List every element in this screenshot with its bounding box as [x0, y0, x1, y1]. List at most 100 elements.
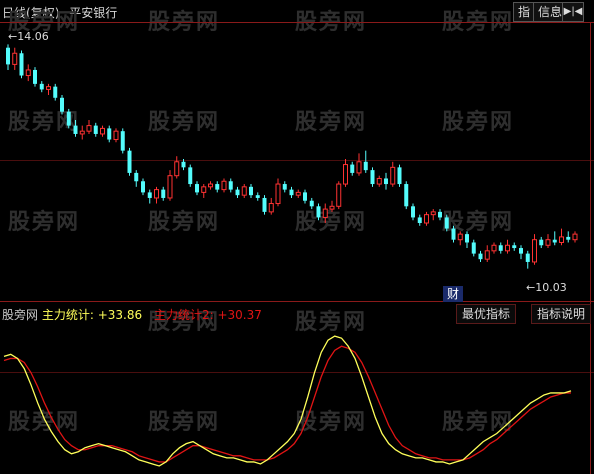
- candle[interactable]: [438, 209, 442, 221]
- candle[interactable]: [127, 147, 132, 176]
- indicator-button[interactable]: 指: [513, 2, 536, 22]
- candle[interactable]: [572, 231, 578, 243]
- candle[interactable]: [25, 64, 31, 82]
- candle[interactable]: [93, 122, 98, 137]
- candle-body: [141, 181, 145, 193]
- candle[interactable]: [329, 200, 335, 212]
- candle[interactable]: [73, 120, 78, 137]
- candle[interactable]: [208, 181, 213, 190]
- candle[interactable]: [161, 186, 166, 201]
- candle[interactable]: [100, 125, 105, 137]
- candle[interactable]: [46, 83, 51, 95]
- candle[interactable]: [424, 211, 429, 226]
- candle[interactable]: [53, 83, 58, 101]
- candle[interactable]: [451, 225, 456, 243]
- candle[interactable]: [33, 67, 37, 87]
- candle[interactable]: [134, 170, 139, 187]
- candle[interactable]: [147, 189, 152, 204]
- candle[interactable]: [417, 214, 422, 226]
- candle[interactable]: [262, 195, 267, 215]
- candle[interactable]: [12, 47, 18, 70]
- candle[interactable]: [376, 175, 382, 187]
- candle[interactable]: [86, 120, 92, 134]
- candle[interactable]: [491, 242, 497, 254]
- candle[interactable]: [120, 128, 125, 154]
- candle[interactable]: [201, 184, 207, 198]
- candle[interactable]: [478, 250, 483, 262]
- candle[interactable]: [316, 203, 321, 221]
- candle[interactable]: [79, 125, 85, 140]
- indicator-chart[interactable]: [0, 322, 590, 474]
- candle[interactable]: [141, 178, 145, 196]
- candle[interactable]: [444, 214, 449, 232]
- candle[interactable]: [174, 156, 180, 179]
- candle[interactable]: [363, 150, 368, 173]
- candle[interactable]: [532, 234, 537, 265]
- candle[interactable]: [295, 189, 301, 198]
- candle[interactable]: [430, 209, 436, 221]
- candle[interactable]: [255, 192, 260, 201]
- candle[interactable]: [350, 161, 355, 176]
- candle[interactable]: [336, 181, 342, 210]
- panel-divider[interactable]: [0, 301, 594, 302]
- candle[interactable]: [356, 153, 362, 176]
- candle[interactable]: [66, 108, 71, 129]
- candle[interactable]: [60, 95, 64, 115]
- candle-body: [505, 244, 510, 252]
- indicator-description-button[interactable]: 指标说明: [531, 304, 592, 324]
- candle[interactable]: [282, 181, 287, 193]
- candle[interactable]: [309, 197, 314, 210]
- candle-body: [134, 172, 139, 182]
- finance-badge[interactable]: 财: [443, 286, 463, 302]
- candle[interactable]: [268, 197, 274, 215]
- candle[interactable]: [215, 181, 220, 193]
- best-indicator-button[interactable]: 最优指标: [456, 304, 517, 324]
- candle-body: [25, 69, 31, 77]
- candle[interactable]: [19, 50, 24, 79]
- candle[interactable]: [39, 81, 44, 93]
- candle[interactable]: [457, 231, 463, 246]
- candle[interactable]: [188, 164, 193, 187]
- candle[interactable]: [512, 242, 517, 251]
- line2-series[interactable]: [3, 345, 571, 463]
- candle[interactable]: [505, 239, 510, 254]
- candle[interactable]: [404, 181, 409, 210]
- candle[interactable]: [241, 184, 247, 198]
- candle[interactable]: [384, 172, 388, 190]
- candle[interactable]: [322, 203, 328, 223]
- candle[interactable]: [471, 239, 476, 257]
- candle[interactable]: [113, 128, 119, 143]
- candle[interactable]: [539, 236, 544, 249]
- candle[interactable]: [195, 181, 199, 196]
- candle[interactable]: [6, 44, 10, 70]
- candle-body: [241, 186, 247, 196]
- candle[interactable]: [221, 178, 227, 193]
- candle[interactable]: [154, 186, 159, 204]
- candle[interactable]: [484, 245, 490, 262]
- nav-toggle-button[interactable]: ▶|◀: [562, 2, 584, 22]
- candle[interactable]: [519, 245, 523, 260]
- candle[interactable]: [275, 178, 281, 207]
- candle[interactable]: [235, 186, 240, 198]
- candle[interactable]: [465, 231, 469, 249]
- candle[interactable]: [370, 167, 375, 187]
- candle[interactable]: [411, 203, 415, 221]
- candle[interactable]: [228, 178, 233, 193]
- candlestick-chart[interactable]: [0, 23, 590, 301]
- candle[interactable]: [559, 228, 564, 246]
- candle-body: [188, 167, 193, 185]
- candle[interactable]: [289, 186, 294, 198]
- candle[interactable]: [343, 159, 348, 187]
- candle[interactable]: [390, 161, 396, 187]
- candle[interactable]: [107, 125, 112, 143]
- candle[interactable]: [181, 159, 186, 171]
- candle[interactable]: [167, 170, 173, 201]
- candle[interactable]: [498, 242, 503, 254]
- candle[interactable]: [397, 164, 402, 187]
- candle[interactable]: [545, 234, 551, 249]
- candle[interactable]: [249, 184, 253, 198]
- candle[interactable]: [566, 231, 571, 243]
- candle[interactable]: [552, 231, 557, 246]
- candle[interactable]: [525, 250, 530, 269]
- candle[interactable]: [303, 189, 307, 204]
